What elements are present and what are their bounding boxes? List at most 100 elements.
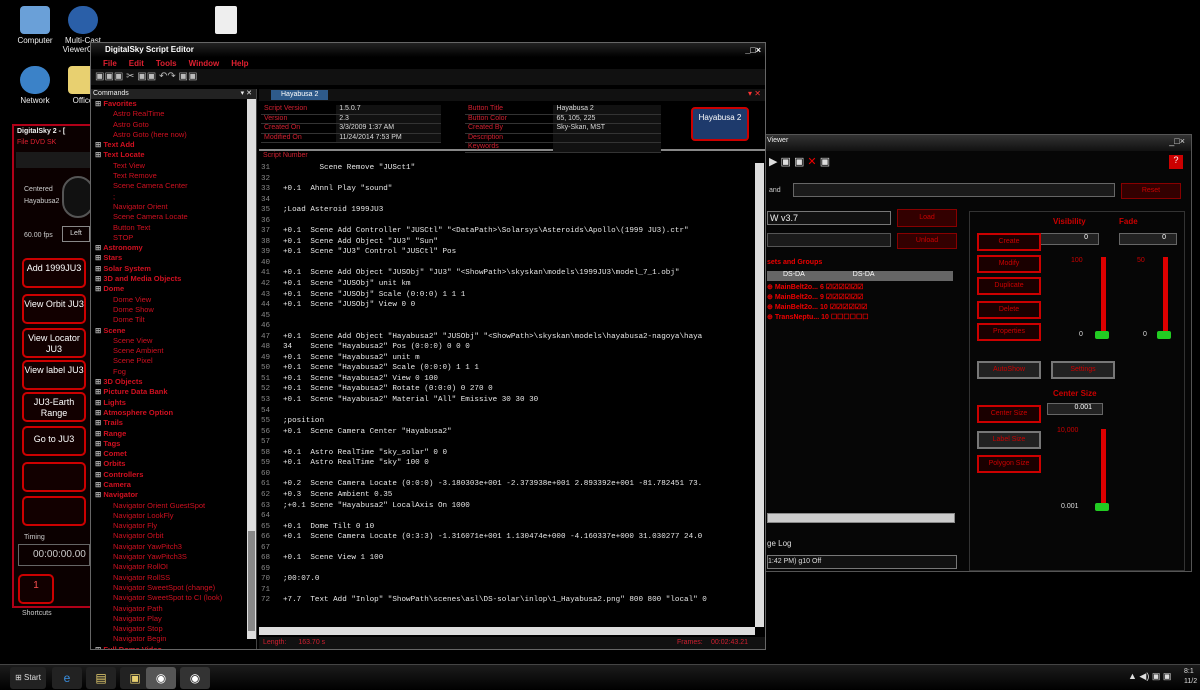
tray-icons[interactable]: ▲ ◀) ▣ ▣ [1128, 671, 1171, 682]
dome-mode[interactable]: Left [62, 226, 90, 242]
tree-item[interactable]: Navigator LookFly [95, 511, 256, 521]
script-code-area[interactable]: 31 Scene Remove "JUSct1" 32 33 +0.1 Ahnnl P… [259, 163, 755, 635]
viewer-toolbar[interactable]: ▶ ▣ ▣ ✕ ▣ [769, 155, 830, 168]
code-line[interactable]: 31 Scene Remove "JUSct1" [261, 163, 755, 174]
empty-button[interactable] [22, 496, 86, 526]
tree-category[interactable]: ⊞ Trails [95, 418, 256, 428]
tree-item[interactable]: Navigator Begin [95, 634, 256, 644]
code-line[interactable]: 47 +0.1 Scene Add Object "Hayabusa2" "JUS… [261, 332, 755, 343]
property-row[interactable]: Button Color 65, 105, 225 [465, 114, 661, 124]
tree-item[interactable]: Navigator YawPitch3 [95, 542, 256, 552]
desktop-icon-network[interactable]: Network [10, 66, 60, 105]
tree-category[interactable]: ⊞ Full Dome Video [95, 645, 256, 649]
tree-item[interactable]: Text Remove [95, 171, 256, 181]
empty-button[interactable] [22, 462, 86, 492]
code-line[interactable]: 42 +0.1 Scene "JUSObj" unit km [261, 279, 755, 290]
desktop-icon-computer[interactable]: Computer [10, 6, 60, 45]
tree-category[interactable]: ⊞ 3D and Media Objects [95, 274, 256, 284]
command-combo[interactable] [793, 183, 1115, 197]
code-line[interactable]: 69 [261, 564, 755, 575]
code-line[interactable]: 72 +7.7 Text Add "Inlop" "ShowPath\scenes… [261, 595, 755, 606]
code-line[interactable]: 39 +0.1 Scene "JU3" Control "JUSCtl" Pos [261, 247, 755, 258]
tree-category[interactable]: ⊞ Tags [95, 439, 256, 449]
menu-help[interactable]: Help [231, 59, 248, 68]
tree-category[interactable]: ⊞ Atmosphere Option [95, 408, 256, 418]
counter-button[interactable]: 1 [18, 574, 54, 604]
digitalsky-task-icon[interactable]: ◉ [146, 667, 176, 689]
code-line[interactable]: 61 +0.2 Scene Camera Locate (0:0:0) -3.18… [261, 479, 755, 490]
code-line[interactable]: 48 34 Scene "Hayabusa2" Pos (0:0:0) 0 0 0 [261, 342, 755, 353]
code-line[interactable]: 37 +0.1 Scene Add Controller "JUSCtl" "<D… [261, 226, 755, 237]
file-icon[interactable] [215, 6, 237, 34]
property-row[interactable]: Version 2.3 [261, 114, 441, 124]
tree-item[interactable]: Fog [95, 367, 256, 377]
tree-item[interactable]: Astro Goto [95, 120, 256, 130]
tree-item[interactable]: Astro RealTime [95, 109, 256, 119]
center-size-slider-thumb[interactable] [1095, 503, 1109, 511]
menu-file[interactable]: File [103, 59, 117, 68]
code-line[interactable]: 36 [261, 216, 755, 227]
code-line[interactable]: 35 ;Load Asteroid 1999JU3 [261, 205, 755, 216]
tree-category[interactable]: ⊞ Range [95, 429, 256, 439]
fade-slider-thumb[interactable] [1157, 331, 1171, 339]
create-button[interactable]: Create [977, 233, 1041, 251]
code-line[interactable]: 41 +0.1 Scene Add Object "JUSObj" "JU3" "… [261, 268, 755, 279]
tree-item[interactable]: Navigator Orient GuestSpot [95, 501, 256, 511]
tree-category[interactable]: ⊞ Dome [95, 284, 256, 294]
ie-icon[interactable]: e [52, 667, 82, 689]
tree-item[interactable]: ; [95, 192, 256, 202]
tree-item[interactable]: Navigator Stop [95, 624, 256, 634]
expand-icon[interactable]: ⊞ [95, 243, 103, 252]
viewer-task-icon[interactable]: ◉ [180, 667, 210, 689]
ju3-earth-range-button[interactable]: JU3-Earth Range [22, 392, 86, 422]
tree-item[interactable]: Scene Ambient [95, 346, 256, 356]
delete-button[interactable]: Delete [977, 301, 1041, 319]
dome-menu[interactable]: File DVD SK [17, 139, 56, 146]
property-row[interactable]: Created By Sky-Skan, MST [465, 123, 661, 134]
tree-item[interactable]: Dome View [95, 295, 256, 305]
reset-button[interactable]: Reset [1121, 183, 1181, 199]
code-line[interactable]: 53 +0.1 Scene "Hayabusa2" Material "All" … [261, 395, 755, 406]
code-line[interactable]: 57 [261, 437, 755, 448]
go-to-ju3-button[interactable]: Go to JU3 [22, 426, 86, 456]
tree-category[interactable]: ⊞ 3D Objects [95, 377, 256, 387]
tree-category[interactable]: ⊞ Orbits [95, 459, 256, 469]
tree-scrollbar[interactable] [247, 99, 256, 639]
code-line[interactable]: 56 +0.1 Scene Camera Center "Hayabusa2" [261, 427, 755, 438]
code-line[interactable]: 46 [261, 321, 755, 332]
tree-category[interactable]: ⊞ Solar System [95, 264, 256, 274]
tree-category[interactable]: ⊞ Picture Data Bank [95, 387, 256, 397]
tree-item[interactable]: Navigator SweetSpot (change) [95, 583, 256, 593]
code-line[interactable]: 50 +0.1 Scene "Hayabusa2" Scale (0:0:0) 1… [261, 363, 755, 374]
center-size-button[interactable]: Center Size [977, 405, 1041, 423]
code-line[interactable]: 32 [261, 174, 755, 185]
code-line[interactable]: 43 +0.1 Scene "JUSObj" Scale (0:0:0) 1 1 … [261, 290, 755, 301]
label-size-button[interactable]: Label Size [977, 431, 1041, 449]
tree-category[interactable]: ⊞ Camera [95, 480, 256, 490]
help-icon[interactable]: ? [1169, 155, 1183, 169]
add-1999ju3-button[interactable]: Add 1999JU3 [22, 258, 86, 288]
window-controls[interactable]: _□× [745, 43, 761, 57]
tree-item[interactable]: Navigator RollSS [95, 573, 256, 583]
code-line[interactable]: 67 [261, 543, 755, 554]
code-line[interactable]: 34 [261, 195, 755, 206]
autoshow-button[interactable]: AutoShow [977, 361, 1041, 379]
tree-category[interactable]: ⊞ Text Add [95, 140, 256, 150]
visibility-spinner[interactable]: 0 [1039, 233, 1099, 245]
property-row[interactable]: Button Title Hayabusa 2 [465, 105, 661, 115]
view-label-ju3-button[interactable]: View label JU3 [22, 360, 86, 390]
code-line[interactable]: 70 ;00:07.0 [261, 574, 755, 585]
code-line[interactable]: 33 +0.1 Ahnnl Play "sound" [261, 184, 755, 195]
property-row[interactable]: Modified On 11/24/2014 7:53 PM [261, 133, 441, 143]
view-orbit-ju3-button[interactable]: View Orbit JU3 [22, 294, 86, 324]
tree-item[interactable]: Navigator Play [95, 614, 256, 624]
tree-category[interactable]: ⊞ Controllers [95, 470, 256, 480]
sets-row[interactable]: ⊕ MainBelt2o... 9 ☑☑☑☑☑☑ [767, 293, 863, 301]
properties-button[interactable]: Properties [977, 323, 1041, 341]
settings-button[interactable]: Settings [1051, 361, 1115, 379]
tree-category[interactable]: ⊞ Text Locate [95, 150, 256, 160]
code-horizontal-scrollbar[interactable] [259, 627, 755, 635]
expand-icon[interactable]: ⊞ [95, 408, 103, 417]
duplicate-button[interactable]: Duplicate [977, 277, 1041, 295]
tree-item[interactable]: Navigator Path [95, 604, 256, 614]
